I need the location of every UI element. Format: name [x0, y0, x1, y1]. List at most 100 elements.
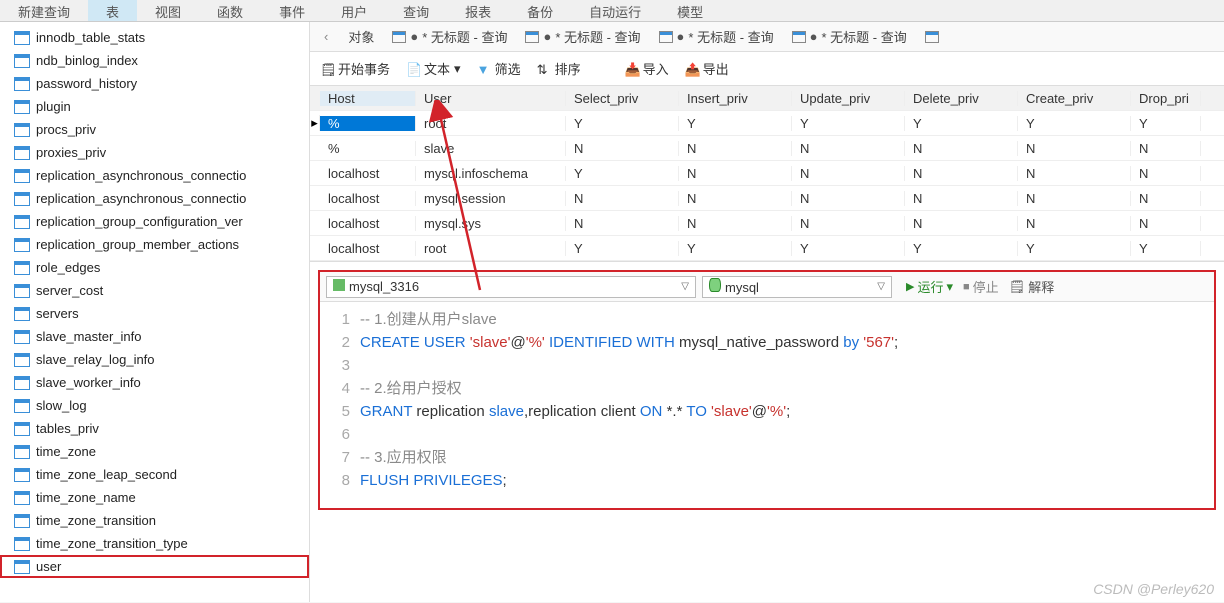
database-combo[interactable]: mysql▽: [702, 276, 892, 298]
sidebar-item-slave_worker_info[interactable]: slave_worker_info: [0, 371, 309, 394]
sidebar-item-tables_priv[interactable]: tables_priv: [0, 417, 309, 440]
menu-模型[interactable]: 模型: [659, 0, 721, 21]
cell: Y: [1131, 241, 1201, 256]
sql-editor[interactable]: 12345678 -- 1.创建从用户slave CREATE USER 'sl…: [320, 302, 1214, 508]
import-button[interactable]: 📥导入: [625, 59, 669, 78]
sidebar-item-replication_group_configuration_ver[interactable]: replication_group_configuration_ver: [0, 210, 309, 233]
col-Insert_priv[interactable]: Insert_priv: [679, 91, 792, 106]
sidebar-item-servers[interactable]: servers: [0, 302, 309, 325]
filter-button[interactable]: ▼筛选: [477, 59, 521, 78]
table-icon: [14, 445, 30, 459]
query-tab-2[interactable]: ●* 无标题 - 查询: [659, 27, 774, 46]
col-Delete_priv[interactable]: Delete_priv: [905, 91, 1018, 106]
explain-button[interactable]: 🗒解释: [1009, 277, 1055, 296]
sidebar-item-procs_priv[interactable]: procs_priv: [0, 118, 309, 141]
table-icon: [14, 491, 30, 505]
menu-查询[interactable]: 查询: [385, 0, 447, 21]
text-button[interactable]: 📄文本 ▾: [406, 59, 461, 78]
sidebar-item-password_history[interactable]: password_history: [0, 72, 309, 95]
menu-备份[interactable]: 备份: [509, 0, 571, 21]
tab-object[interactable]: 对象: [348, 27, 374, 46]
col-Select_priv[interactable]: Select_priv: [566, 91, 679, 106]
tab-label: * 无标题 - 查询: [555, 27, 640, 46]
chevron-down-icon: ▽: [681, 281, 689, 292]
table-row[interactable]: %slaveNNNNNN: [310, 136, 1224, 161]
cell: N: [679, 141, 792, 156]
sort-button[interactable]: ⇅排序: [537, 59, 581, 78]
tx-icon: 🗒: [320, 62, 334, 76]
table-row[interactable]: localhostmysql.sysNNNNNN: [310, 211, 1224, 236]
cell: N: [1131, 191, 1201, 206]
table-row[interactable]: localhostrootYYYYYY: [310, 236, 1224, 261]
menu-报表[interactable]: 报表: [447, 0, 509, 21]
run-button[interactable]: 运行 ▾: [906, 277, 953, 296]
sidebar-item-replication_asynchronous_connectio[interactable]: replication_asynchronous_connectio: [0, 187, 309, 210]
query-icon: [525, 31, 539, 43]
table-icon: [14, 537, 30, 551]
sidebar-item-time_zone_transition_type[interactable]: time_zone_transition_type: [0, 532, 309, 555]
sidebar-item-slave_relay_log_info[interactable]: slave_relay_log_info: [0, 348, 309, 371]
table-icon: [14, 376, 30, 390]
col-Update_priv[interactable]: Update_priv: [792, 91, 905, 106]
sidebar-item-time_zone_name[interactable]: time_zone_name: [0, 486, 309, 509]
table-icon: [14, 100, 30, 114]
menu-用户[interactable]: 用户: [323, 0, 385, 21]
menu-表[interactable]: 表: [88, 0, 137, 21]
sidebar-item-replication_asynchronous_connectio[interactable]: replication_asynchronous_connectio: [0, 164, 309, 187]
sidebar-item-role_edges[interactable]: role_edges: [0, 256, 309, 279]
sidebar-item-time_zone[interactable]: time_zone: [0, 440, 309, 463]
cell: Y: [679, 116, 792, 131]
query-icon: [925, 31, 939, 43]
table-name: innodb_table_stats: [36, 30, 145, 45]
sidebar-item-innodb_table_stats[interactable]: innodb_table_stats: [0, 26, 309, 49]
query-icon: [792, 31, 806, 43]
query-tab-3[interactable]: ●* 无标题 - 查询: [792, 27, 907, 46]
menu-事件[interactable]: 事件: [261, 0, 323, 21]
col-Create_priv[interactable]: Create_priv: [1018, 91, 1131, 106]
menu-新建查询[interactable]: 新建查询: [0, 0, 88, 21]
cell: N: [905, 216, 1018, 231]
sidebar-item-user[interactable]: user: [0, 555, 309, 578]
table-name: time_zone_transition_type: [36, 536, 188, 551]
sidebar-item-plugin[interactable]: plugin: [0, 95, 309, 118]
menu-视图[interactable]: 视图: [137, 0, 199, 21]
col-Drop_pri[interactable]: Drop_pri: [1131, 91, 1201, 106]
tabs-prev[interactable]: ‹: [322, 29, 330, 44]
sidebar-item-proxies_priv[interactable]: proxies_priv: [0, 141, 309, 164]
table-icon: [14, 560, 30, 574]
cell: N: [1018, 191, 1131, 206]
cell: N: [905, 191, 1018, 206]
table-row[interactable]: localhostmysql.infoschemaYNNNNN: [310, 161, 1224, 186]
query-icon: [659, 31, 673, 43]
connection-icon: [333, 279, 345, 291]
menu-函数[interactable]: 函数: [199, 0, 261, 21]
sidebar-item-slow_log[interactable]: slow_log: [0, 394, 309, 417]
sidebar-item-ndb_binlog_index[interactable]: ndb_binlog_index: [0, 49, 309, 72]
col-Host[interactable]: Host: [320, 91, 416, 106]
col-User[interactable]: User: [416, 91, 566, 106]
table-name: procs_priv: [36, 122, 96, 137]
table-icon: [14, 192, 30, 206]
menu-自动运行[interactable]: 自动运行: [571, 0, 659, 21]
database-icon: [709, 278, 721, 292]
cell: %: [320, 141, 416, 156]
cell: Y: [792, 241, 905, 256]
table-row[interactable]: ▸%rootYYYYYY: [310, 111, 1224, 136]
cell: N: [792, 166, 905, 181]
query-tab-1[interactable]: ●* 无标题 - 查询: [525, 27, 640, 46]
query-tab-0[interactable]: ●* 无标题 - 查询: [392, 27, 507, 46]
export-button[interactable]: 📤导出: [685, 59, 729, 78]
connection-combo[interactable]: mysql_3316▽: [326, 276, 696, 298]
stop-button[interactable]: 停止: [963, 277, 999, 296]
sidebar-item-slave_master_info[interactable]: slave_master_info: [0, 325, 309, 348]
sidebar-item-replication_group_member_actions[interactable]: replication_group_member_actions: [0, 233, 309, 256]
filter-icon: ▼: [477, 62, 491, 76]
cell: mysql.infoschema: [416, 166, 566, 181]
table-row[interactable]: localhostmysql.sessionNNNNNN: [310, 186, 1224, 211]
sidebar-item-time_zone_leap_second[interactable]: time_zone_leap_second: [0, 463, 309, 486]
sidebar-item-server_cost[interactable]: server_cost: [0, 279, 309, 302]
grid-header: HostUserSelect_privInsert_privUpdate_pri…: [310, 86, 1224, 111]
sidebar-item-time_zone_transition[interactable]: time_zone_transition: [0, 509, 309, 532]
begin-transaction-button[interactable]: 🗒开始事务: [320, 59, 390, 78]
export-icon: 📤: [685, 62, 699, 76]
